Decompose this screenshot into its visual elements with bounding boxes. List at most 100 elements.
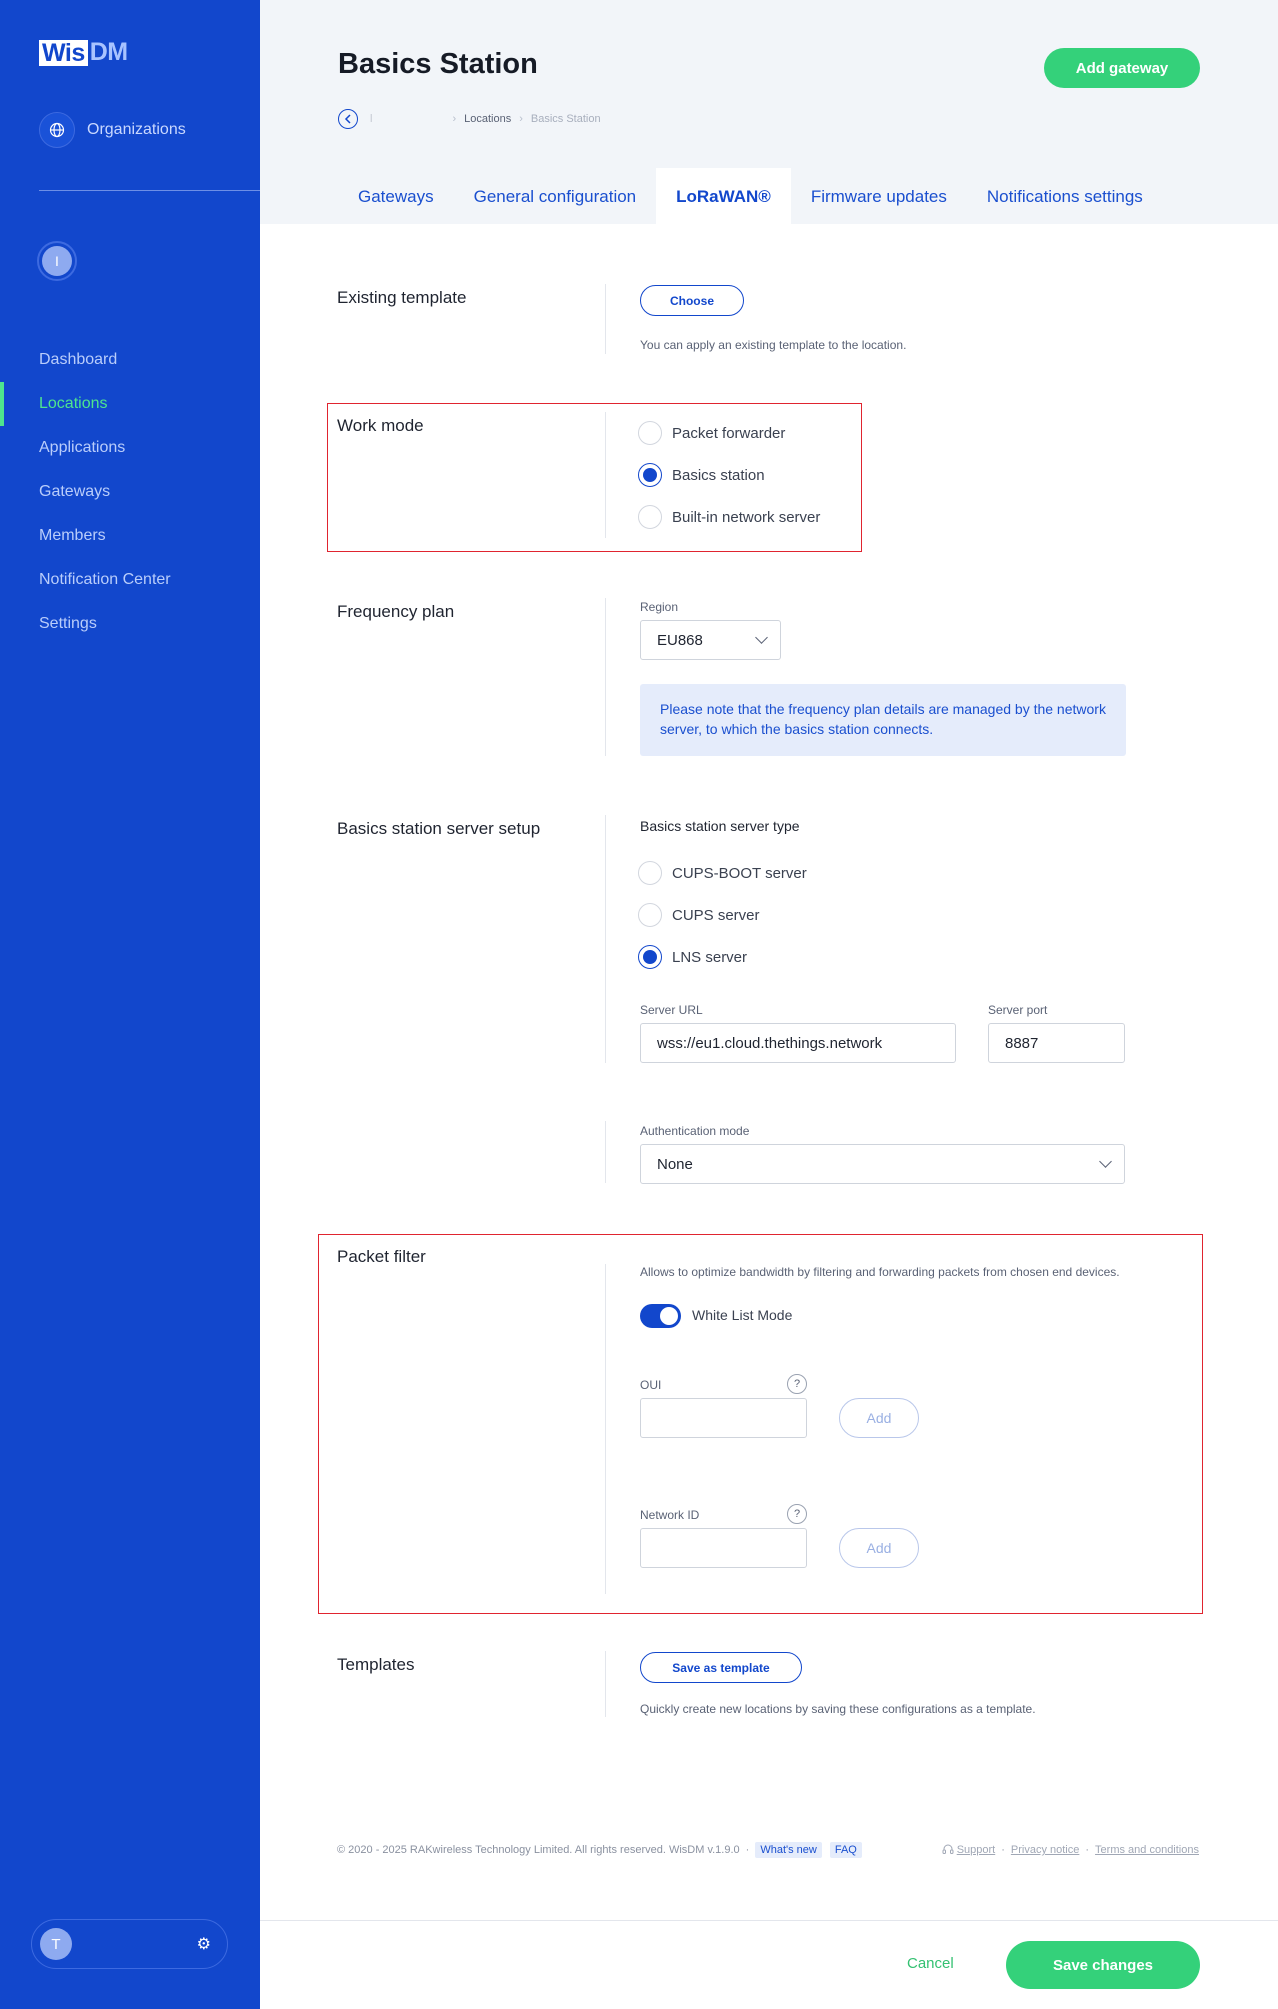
sidebar-item-gateways[interactable]: Gateways [0, 470, 260, 514]
auth-mode-label: Authentication mode [640, 1124, 750, 1138]
radio-cups-server[interactable]: CUPS server [638, 903, 760, 927]
sidebar-item-members[interactable]: Members [0, 514, 260, 558]
templates-label: Templates [337, 1655, 415, 1674]
gear-icon[interactable]: ⚙ [197, 1934, 219, 1954]
radio-label: Built-in network server [672, 508, 821, 526]
wisdm-logo[interactable]: Wis DM [39, 38, 128, 67]
radio-button[interactable] [638, 945, 662, 969]
back-icon[interactable] [338, 109, 358, 129]
radio-label: Packet forwarder [672, 424, 786, 442]
tab-gateways[interactable]: Gateways [338, 168, 454, 224]
sidebar-item-notification-center[interactable]: Notification Center [0, 558, 260, 602]
footer-separator: · [1085, 1844, 1090, 1856]
auth-mode-select[interactable]: None [640, 1144, 1125, 1184]
breadcrumb: l › Locations › Basics Station [338, 109, 601, 129]
add-gateway-button[interactable]: Add gateway [1044, 48, 1200, 88]
tab-general-configuration[interactable]: General configuration [454, 168, 657, 224]
radio-label: LNS server [672, 948, 748, 966]
radio-button[interactable] [638, 421, 662, 445]
sidebar-item-settings[interactable]: Settings [0, 602, 260, 646]
sidebar-nav: Dashboard Locations Applications Gateway… [0, 338, 260, 646]
terms-link[interactable]: Terms and conditions [1095, 1844, 1199, 1856]
save-changes-button[interactable]: Save changes [1006, 1941, 1200, 1989]
network-id-label: Network ID [640, 1508, 700, 1522]
breadcrumb-current: Basics Station [530, 113, 601, 125]
tab-lorawan[interactable]: LoRaWAN® [656, 168, 791, 224]
radio-button[interactable] [638, 463, 662, 487]
radio-basics-station[interactable]: Basics station [638, 463, 765, 487]
globe-icon [39, 112, 75, 148]
sidebar: Wis DM Organizations I Dashboard Locatio… [0, 0, 260, 2009]
frequency-plan-note: Please note that the frequency plan deta… [640, 684, 1126, 756]
server-port-input[interactable]: 8887 [988, 1023, 1125, 1063]
radio-button[interactable] [638, 505, 662, 529]
frequency-plan-label: Frequency plan [337, 602, 455, 621]
breadcrumb-separator-icon: › [519, 113, 523, 125]
oui-input[interactable] [640, 1398, 807, 1438]
help-icon[interactable]: ? [787, 1504, 807, 1524]
server-url-value: wss://eu1.cloud.thethings.network [657, 1034, 883, 1052]
add-oui-button[interactable]: Add [839, 1398, 919, 1438]
white-list-label: White List Mode [692, 1307, 793, 1323]
footer-separator: · [745, 1844, 750, 1856]
server-port-value: 8887 [1005, 1034, 1039, 1052]
tab-firmware-updates[interactable]: Firmware updates [791, 168, 967, 224]
templates-hint: Quickly create new locations by saving t… [640, 1702, 1036, 1716]
chevron-down-icon [755, 631, 768, 644]
logo-dm: DM [89, 38, 128, 66]
page-header: Basics Station Add gateway l › Locations… [260, 0, 1278, 224]
sidebar-item-applications[interactable]: Applications [0, 426, 260, 470]
existing-template-label: Existing template [337, 288, 467, 307]
region-label: Region [640, 600, 679, 614]
radio-lns-server[interactable]: LNS server [638, 945, 747, 969]
footer-links: Support · Privacy notice · Terms and con… [942, 1843, 1199, 1858]
cancel-button[interactable]: Cancel [907, 1955, 954, 1972]
choose-template-button[interactable]: Choose [640, 285, 744, 316]
section-divider [605, 815, 606, 1063]
help-icon[interactable]: ? [787, 1374, 807, 1394]
network-id-input[interactable] [640, 1528, 807, 1568]
user-menu[interactable]: T ⚙ [31, 1919, 228, 1969]
headset-icon [942, 1843, 954, 1858]
page-title: Basics Station [338, 48, 538, 80]
add-network-id-button[interactable]: Add [839, 1528, 919, 1568]
avatar[interactable]: I [37, 241, 77, 281]
radio-packet-forwarder[interactable]: Packet forwarder [638, 421, 785, 445]
organizations-label: Organizations [87, 121, 186, 138]
section-divider [605, 412, 606, 538]
section-divider [605, 1651, 606, 1717]
server-setup-label: Basics station server setup [337, 819, 541, 838]
save-as-template-button[interactable]: Save as template [640, 1652, 802, 1683]
footer: © 2020 - 2025 RAKwireless Technology Lim… [337, 1842, 1199, 1858]
breadcrumb-locations[interactable]: Locations [464, 113, 511, 125]
radio-cups-boot-server[interactable]: CUPS-BOOT server [638, 861, 807, 885]
sidebar-item-dashboard[interactable]: Dashboard [0, 338, 260, 382]
tab-bar: Gateways General configuration LoRaWAN® … [338, 168, 1163, 224]
privacy-link[interactable]: Privacy notice [1011, 1844, 1079, 1856]
packet-filter-hint: Allows to optimize bandwidth by filterin… [640, 1265, 1120, 1279]
region-select[interactable]: EU868 [640, 620, 781, 660]
support-link[interactable]: Support [957, 1844, 996, 1856]
white-list-toggle[interactable] [640, 1304, 681, 1328]
radio-built-in-network-server[interactable]: Built-in network server [638, 505, 820, 529]
radio-button[interactable] [638, 861, 662, 885]
organizations-link[interactable]: Organizations [39, 112, 186, 148]
footer-separator: · [1001, 1844, 1005, 1856]
breadcrumb-first[interactable]: l [370, 113, 372, 125]
server-type-label: Basics station server type [640, 818, 800, 834]
whats-new-link[interactable]: What's new [755, 1842, 822, 1858]
work-mode-label: Work mode [337, 416, 424, 435]
tab-notifications-settings[interactable]: Notifications settings [967, 168, 1163, 224]
server-url-input[interactable]: wss://eu1.cloud.thethings.network [640, 1023, 956, 1063]
logo-wis: Wis [39, 39, 88, 66]
radio-button[interactable] [638, 903, 662, 927]
radio-label: CUPS-BOOT server [672, 864, 807, 882]
breadcrumb-separator-icon: › [452, 113, 457, 125]
chevron-down-icon [1099, 1155, 1112, 1168]
server-port-label: Server port [988, 1003, 1048, 1017]
faq-link[interactable]: FAQ [829, 1842, 862, 1858]
section-divider [605, 598, 606, 756]
packet-filter-label: Packet filter [337, 1247, 426, 1266]
section-divider [605, 284, 606, 354]
sidebar-item-locations[interactable]: Locations [0, 382, 260, 426]
